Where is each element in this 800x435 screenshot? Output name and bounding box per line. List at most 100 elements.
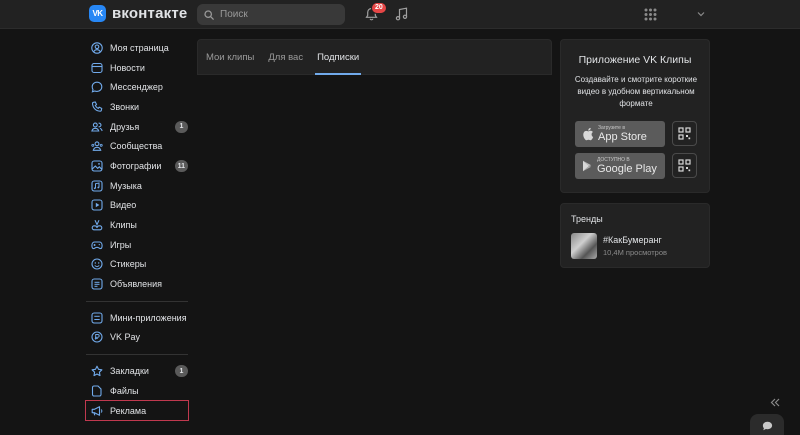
music-icon <box>91 180 103 192</box>
sidebar-item-vk-pay[interactable]: VK Pay <box>86 328 188 348</box>
sidebar-item-messenger[interactable]: Мессенджер <box>86 77 188 97</box>
user-circle-icon <box>91 42 103 54</box>
sidebar-item-label: Фотографии <box>110 160 162 171</box>
sidebar-item-my-page[interactable]: Моя страница <box>86 38 188 58</box>
star-icon <box>91 365 103 377</box>
photo-icon <box>91 160 103 172</box>
users-icon <box>91 122 103 132</box>
trend-thumbnail <box>571 233 597 259</box>
sidebar-item-calls[interactable]: Звонки <box>86 97 188 117</box>
ads-board-icon <box>91 278 103 290</box>
tab-subscriptions[interactable]: Подписки <box>315 40 362 75</box>
clips-tabs-panel: Мои клипы Для вас Подписки <box>197 39 552 75</box>
sidebar-item-label: Звонки <box>110 101 140 112</box>
apple-icon <box>583 127 594 141</box>
app-store-qr-button[interactable] <box>672 121 697 146</box>
chat-button[interactable] <box>750 414 784 435</box>
promo-title: Приложение VK Клипы <box>578 54 692 66</box>
sidebar-item-label: Новости <box>110 62 145 73</box>
notifications-badge: 20 <box>371 2 387 14</box>
sidebar-item-label: Сообщества <box>110 141 163 152</box>
trend-hashtag: #КакБумеранг <box>603 235 662 245</box>
sidebar-divider <box>86 354 188 356</box>
sidebar-item-stickers[interactable]: Стикеры <box>86 255 188 275</box>
logo-text: вконтакте <box>112 5 188 22</box>
sidebar-item-friends[interactable]: Друзья 1 <box>86 117 188 137</box>
phone-icon <box>91 101 103 112</box>
chat-bubble-icon <box>762 421 772 431</box>
sidebar-item-label: Моя страница <box>110 42 169 53</box>
sidebar-item-classifieds[interactable]: Объявления <box>86 274 188 294</box>
google-play-text: ДОСТУПНО В Google Play <box>597 157 657 175</box>
sidebar-item-label: Мини-приложения <box>110 312 187 323</box>
tab-bar: Мои клипы Для вас Подписки <box>198 40 551 75</box>
tab-my-clips[interactable]: Мои клипы <box>206 40 254 74</box>
video-icon <box>91 199 103 211</box>
trends-card: Тренды #КакБумеранг 10,4М просмотров <box>560 203 710 268</box>
sidebar-item-label: Объявления <box>110 279 163 290</box>
services-menu-button[interactable] <box>641 5 659 23</box>
promo-description: Создавайте и смотрите короткие видео в у… <box>574 75 698 108</box>
sidebar-item-label: Музыка <box>110 180 142 191</box>
left-sidebar: Моя страница Новости Мессенджер Звонки Д… <box>85 38 189 422</box>
sidebar-item-games[interactable]: Игры <box>86 235 188 255</box>
sidebar-item-label: Мессенджер <box>110 82 163 93</box>
music-player-button[interactable] <box>392 5 410 23</box>
friends-count-badge: 1 <box>175 120 188 133</box>
search-icon <box>204 9 214 20</box>
search-box[interactable] <box>197 4 345 25</box>
sidebar-item-music[interactable]: Музыка <box>86 176 188 196</box>
vk-logo-icon: VK <box>89 5 106 22</box>
google-play-icon <box>583 160 592 172</box>
clips-icon <box>91 220 103 231</box>
google-play-button[interactable]: ДОСТУПНО В Google Play <box>575 153 665 179</box>
music-note-icon <box>395 7 407 21</box>
sidebar-item-label: Реклама <box>110 405 147 416</box>
sidebar-item-communities[interactable]: Сообщества <box>86 136 188 156</box>
sidebar-item-clips[interactable]: Клипы <box>86 215 188 235</box>
sidebar-item-photos[interactable]: Фотографии 11 <box>86 156 188 176</box>
app-store-title: App Store <box>598 131 647 143</box>
mini-apps-icon <box>91 312 103 324</box>
file-icon <box>91 385 102 397</box>
sidebar-item-label: Игры <box>110 239 132 250</box>
trend-text: #КакБумеранг 10,4М просмотров <box>603 235 667 257</box>
app-store-button[interactable]: Загрузите в App Store <box>575 121 665 147</box>
qr-code-icon <box>678 127 691 140</box>
sidebar-item-label: Стикеры <box>110 259 147 270</box>
sidebar-item-bookmarks[interactable]: Закладки 1 <box>86 361 188 381</box>
newspaper-icon <box>91 62 103 73</box>
grid-icon <box>644 8 656 20</box>
gamepad-icon <box>91 241 103 249</box>
trend-item[interactable]: #КакБумеранг 10,4М просмотров <box>571 233 667 259</box>
megaphone-icon <box>91 405 103 416</box>
sidebar-item-label: Видео <box>110 200 137 211</box>
message-icon <box>91 81 103 93</box>
search-input[interactable] <box>220 9 330 20</box>
sidebar-item-advertising[interactable]: Реклама <box>85 399 189 422</box>
sidebar-item-files[interactable]: Файлы <box>86 381 188 401</box>
top-header: VK вконтакте 20 <box>0 0 800 29</box>
notifications-button[interactable]: 20 <box>362 2 387 23</box>
clips-app-promo-card: Приложение VK Клипы Создавайте и смотрит… <box>560 39 710 193</box>
qr-code-icon <box>678 159 691 172</box>
google-play-title: Google Play <box>597 163 657 175</box>
double-chevron-left-icon <box>770 398 780 407</box>
app-store-text: Загрузите в App Store <box>598 125 647 143</box>
sidebar-item-label: VK Pay <box>110 332 141 343</box>
collapse-chat-button[interactable] <box>770 398 780 410</box>
google-play-qr-button[interactable] <box>672 153 697 178</box>
sidebar-item-news[interactable]: Новости <box>86 58 188 78</box>
sidebar-item-video[interactable]: Видео <box>86 196 188 216</box>
vk-logo[interactable]: VK вконтакте <box>89 5 187 22</box>
sidebar-divider <box>86 300 188 302</box>
sidebar-item-mini-apps[interactable]: Мини-приложения <box>86 308 188 328</box>
sticker-icon <box>91 258 103 270</box>
vkpay-icon <box>91 331 103 344</box>
profile-menu-button[interactable] <box>692 5 710 23</box>
photos-count-badge: 11 <box>174 160 188 173</box>
sidebar-item-label: Друзья <box>110 121 140 132</box>
trend-views: 10,4М просмотров <box>603 248 668 257</box>
trends-title: Тренды <box>571 214 603 224</box>
tab-for-you[interactable]: Для вас <box>268 40 303 74</box>
